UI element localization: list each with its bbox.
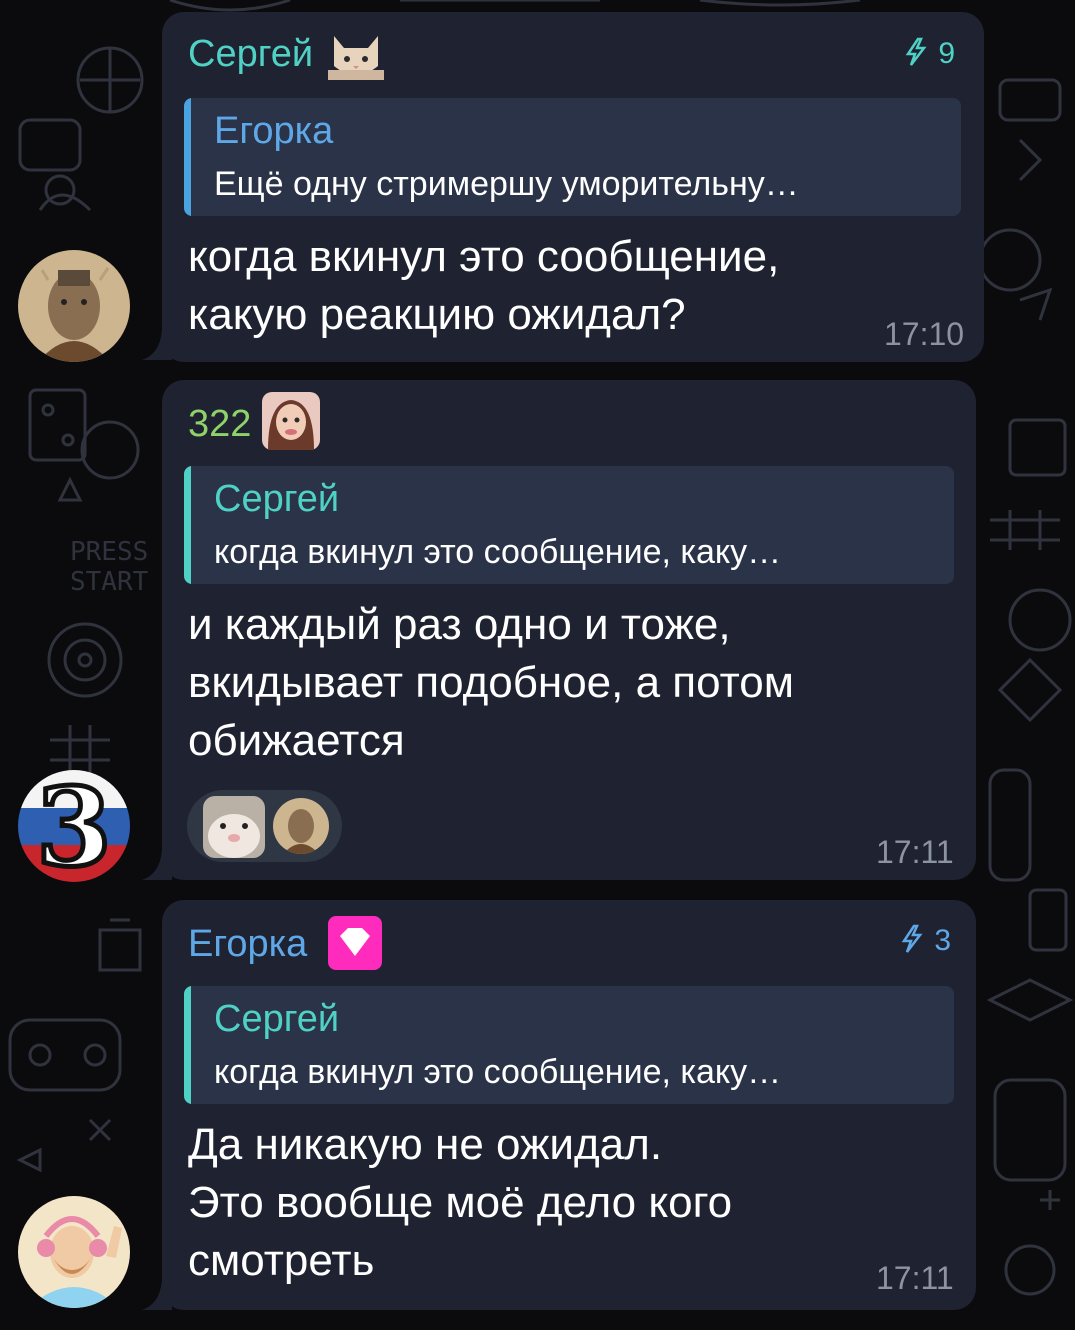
avatar-image <box>18 250 130 362</box>
reply-accent-bar <box>184 986 191 1104</box>
hamster-reaction[interactable] <box>203 796 265 858</box>
gem-emoji-status-icon <box>328 916 382 970</box>
boost-count: 9 <box>938 37 956 70</box>
sender-name[interactable]: 322 <box>188 402 251 446</box>
reply-text: когда вкинул это сообщение, каку… <box>214 533 782 571</box>
reactions-pill[interactable] <box>187 790 342 862</box>
lightning-icon <box>905 37 927 66</box>
reply-preview[interactable]: Сергей когда вкинул это сообщение, каку… <box>184 466 954 584</box>
avatar-number: 3 <box>36 770 111 882</box>
reply-accent-bar <box>184 98 191 216</box>
reply-text: Ещё одну стримершу уморительну… <box>214 165 799 203</box>
robot-avatar-reaction-image <box>273 798 329 854</box>
cat-emoji-status-icon <box>328 36 384 80</box>
message-1[interactable]: Сергей 9 Егорка Ещё одну стримершу умори… <box>0 0 1075 370</box>
woman-face-emoji-status-icon <box>262 392 320 450</box>
reply-accent-bar <box>184 466 191 584</box>
message-2[interactable]: 322 Сергей когда вкинул это сообщение, к… <box>0 370 1075 890</box>
reply-sender: Егорка <box>214 110 334 152</box>
reply-preview[interactable]: Егорка Ещё одну стримершу уморительну… <box>184 98 961 216</box>
boost-count: 3 <box>934 924 952 957</box>
message-3[interactable]: Егорка 3 Сергей когда вкинул это сообщен… <box>0 890 1075 1330</box>
reply-text: когда вкинул это сообщение, каку… <box>214 1053 782 1091</box>
bearded-man-headphones-avatar[interactable] <box>18 1196 130 1308</box>
message-text: Да никакую не ожидал. Это вообще моё дел… <box>188 1120 733 1285</box>
message-text: и каждый раз одно и тоже, вкидывает подо… <box>188 600 795 765</box>
message-time: 17:10 <box>884 316 965 352</box>
sender-name[interactable]: Сергей <box>188 32 313 76</box>
boost-badge: 3 <box>898 924 951 958</box>
reply-preview[interactable]: Сергей когда вкинул это сообщение, каку… <box>184 986 954 1104</box>
reply-sender: Сергей <box>214 998 340 1040</box>
boost-badge: 9 <box>902 37 955 71</box>
message-time: 17:11 <box>876 1260 954 1296</box>
reply-sender: Сергей <box>214 478 340 520</box>
avatar-image <box>18 1196 130 1308</box>
sender-name[interactable]: Егорка <box>188 922 307 966</box>
number-three-badge-avatar[interactable]: 3 <box>18 770 130 882</box>
robot-avatar-reaction[interactable] <box>273 798 329 854</box>
lightning-icon <box>901 924 923 953</box>
cyborg-avatar[interactable] <box>18 250 130 362</box>
hamster-reaction-image <box>203 796 265 858</box>
avatar-image: 3 <box>18 770 130 882</box>
message-text: когда вкинул это сообщение, какую реакци… <box>188 232 780 339</box>
message-time: 17:11 <box>876 834 954 870</box>
